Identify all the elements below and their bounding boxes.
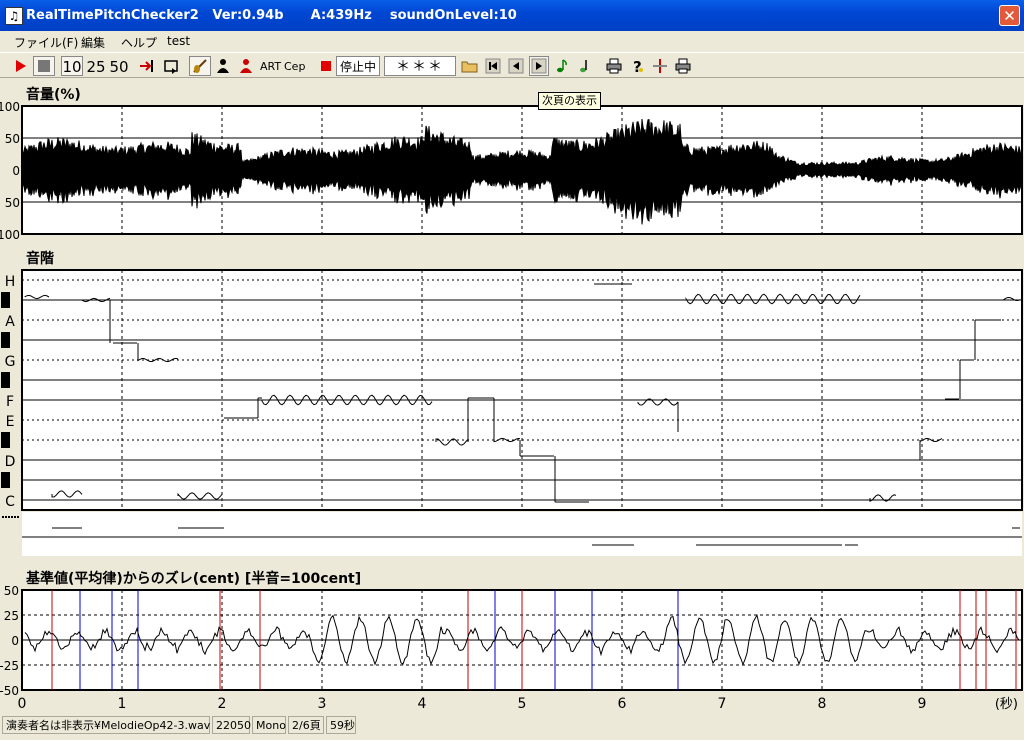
status-bar: 演奏者名は非表示¥MelodieOp42-3.wav 22050 Mono 2/… [0, 714, 1024, 740]
status-channel: Mono [252, 716, 286, 734]
time-tick-label: 5 [518, 696, 527, 712]
time-tick-label: 9 [918, 696, 927, 712]
note-label: G [5, 354, 16, 370]
time-tick-label: 3 [318, 696, 327, 712]
status-duration: 59秒 [326, 716, 356, 734]
time-tick-label: 0 [18, 696, 27, 712]
note-label: C [5, 494, 15, 510]
volume-tick-label: 50 [5, 132, 20, 146]
onset-dot [14, 516, 16, 518]
black-key [1, 472, 10, 488]
status-page: 2/6頁 [288, 716, 324, 734]
deviation-tick-label: 50 [4, 584, 19, 598]
time-unit-label: (秒) [995, 697, 1018, 712]
time-tick-label: 6 [618, 696, 627, 712]
onset-dot [5, 516, 7, 518]
note-label: H [5, 274, 16, 290]
deviation-tick-label: -25 [0, 659, 19, 673]
time-tick-label: 1 [118, 696, 127, 712]
tooltip: 次頁の表示 [538, 92, 601, 110]
time-tick-label: 8 [818, 696, 827, 712]
deviation-tick-label: 25 [4, 609, 19, 623]
onset-dot [17, 516, 19, 518]
volume-tick-label: 0 [12, 164, 20, 178]
status-rate: 22050 [212, 716, 251, 734]
onset-dot [8, 516, 10, 518]
deviation-tick-label: 0 [11, 634, 19, 648]
onset-dot [2, 516, 4, 518]
time-tick-label: 4 [418, 696, 427, 712]
time-tick-label: 2 [218, 696, 227, 712]
black-key [1, 372, 10, 388]
volume-tick-label: 50 [5, 196, 20, 210]
onset-strip [22, 512, 1022, 556]
note-label: F [6, 394, 14, 410]
pitch-chart-area: 100 50 0 50 100 H A G FE D C 50 25 0 -25 -50 0 1 2 3 4 5 6 7… [0, 100, 1023, 712]
black-key [1, 332, 10, 348]
onset-dot [11, 516, 13, 518]
black-key [1, 432, 10, 448]
note-label: D [5, 454, 16, 470]
volume-tick-label: 100 [0, 228, 20, 242]
deviation-tick-label: -50 [0, 684, 19, 698]
note-label: E [6, 414, 15, 430]
volume-tick-label: 100 [0, 100, 20, 114]
time-tick-label: 7 [718, 696, 727, 712]
black-key [1, 292, 10, 308]
status-file: 演奏者名は非表示¥MelodieOp42-3.wav [2, 716, 210, 734]
note-label: A [5, 314, 15, 330]
